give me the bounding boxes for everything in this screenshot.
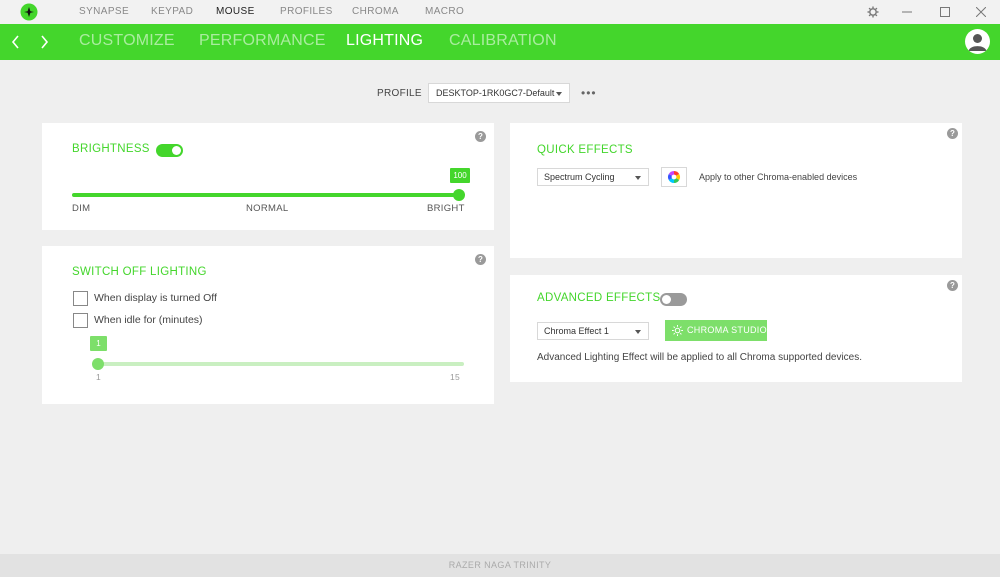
help-icon[interactable]: ? xyxy=(475,254,486,265)
tab-customize[interactable]: CUSTOMIZE xyxy=(79,32,175,50)
toggle-knob xyxy=(172,146,181,155)
display-off-checkbox[interactable] xyxy=(73,291,88,306)
settings-button[interactable] xyxy=(856,0,890,24)
quick-effects-title: QUICK EFFECTS xyxy=(537,144,633,156)
brightness-dim-label: DIM xyxy=(72,203,91,214)
profile-more-button[interactable]: ••• xyxy=(581,86,597,100)
idle-label: When idle for (minutes) xyxy=(94,314,203,326)
idle-checkbox[interactable] xyxy=(73,313,88,328)
advanced-effect-value: Chroma Effect 1 xyxy=(544,326,609,336)
advanced-effects-info: Advanced Lighting Effect will be applied… xyxy=(537,352,863,363)
forward-arrow-icon[interactable] xyxy=(36,33,52,51)
close-button[interactable] xyxy=(964,0,998,24)
maximize-icon xyxy=(940,7,950,17)
quick-effects-card: ? QUICK EFFECTS Spectrum Cycling Apply t… xyxy=(510,123,962,258)
sun-icon xyxy=(672,325,683,336)
minimize-button[interactable] xyxy=(890,0,924,24)
close-icon xyxy=(976,7,986,17)
chevron-down-icon xyxy=(556,92,562,96)
switch-off-title: SWITCH OFF LIGHTING xyxy=(72,266,207,278)
advanced-effects-card: ? ADVANCED EFFECTS Chroma Effect 1 CHROM… xyxy=(510,275,962,382)
top-nav-mouse[interactable]: MOUSE xyxy=(216,6,255,17)
brightness-toggle[interactable] xyxy=(156,144,183,157)
brightness-card: ? BRIGHTNESS 100 DIM NORMAL BRIGHT xyxy=(42,123,494,230)
apply-other-devices-label[interactable]: Apply to other Chroma-enabled devices xyxy=(699,172,857,182)
color-wheel-icon xyxy=(667,171,681,183)
idle-slider-track[interactable] xyxy=(98,362,464,366)
display-off-label: When display is turned Off xyxy=(94,292,217,304)
user-icon xyxy=(968,34,987,51)
help-icon[interactable]: ? xyxy=(947,128,958,139)
top-nav-keypad[interactable]: KEYPAD xyxy=(151,6,193,17)
device-footer: RAZER NAGA TRINITY xyxy=(0,554,1000,577)
top-nav-chroma[interactable]: CHROMA xyxy=(352,6,399,17)
brightness-slider-thumb[interactable] xyxy=(453,189,465,201)
idle-min-label: 1 xyxy=(96,372,102,382)
gear-icon xyxy=(867,6,879,18)
idle-slider-thumb[interactable] xyxy=(92,358,104,370)
idle-value-badge: 1 xyxy=(90,336,107,351)
profile-value: DESKTOP-1RK0GC7-Default xyxy=(436,88,555,98)
minimize-icon xyxy=(902,11,912,13)
switch-off-lighting-card: ? SWITCH OFF LIGHTING When display is tu… xyxy=(42,246,494,404)
chevron-down-icon xyxy=(635,176,641,180)
top-nav-macro[interactable]: MACRO xyxy=(425,6,464,17)
brightness-slider-track[interactable] xyxy=(72,193,460,197)
toggle-knob xyxy=(662,295,671,304)
advanced-effects-toggle[interactable] xyxy=(660,293,687,306)
top-nav-profiles[interactable]: PROFILES xyxy=(280,6,333,17)
chroma-studio-label: CHROMA STUDIO xyxy=(687,325,767,335)
maximize-button[interactable] xyxy=(928,0,962,24)
quick-effect-dropdown[interactable]: Spectrum Cycling xyxy=(537,168,649,186)
brightness-normal-label: NORMAL xyxy=(246,203,289,214)
chroma-studio-button[interactable]: CHROMA STUDIO xyxy=(665,320,767,341)
brightness-title: BRIGHTNESS xyxy=(72,143,150,155)
brightness-value-badge: 100 xyxy=(450,168,470,183)
razer-logo-icon[interactable] xyxy=(20,3,38,21)
tab-performance[interactable]: PERFORMANCE xyxy=(199,32,326,50)
sub-nav-bar: CUSTOMIZE PERFORMANCE LIGHTING CALIBRATI… xyxy=(0,24,1000,60)
help-icon[interactable]: ? xyxy=(475,131,486,142)
back-arrow-icon[interactable] xyxy=(8,33,24,51)
chevron-down-icon xyxy=(635,330,641,334)
user-avatar[interactable] xyxy=(965,29,990,54)
profile-dropdown[interactable]: DESKTOP-1RK0GC7-Default xyxy=(428,83,570,103)
top-nav-synapse[interactable]: SYNAPSE xyxy=(79,6,129,17)
tab-calibration[interactable]: CALIBRATION xyxy=(449,32,557,50)
tab-lighting[interactable]: LIGHTING xyxy=(346,32,423,50)
advanced-effects-title: ADVANCED EFFECTS xyxy=(537,292,661,304)
brightness-bright-label: BRIGHT xyxy=(427,203,465,214)
help-icon[interactable]: ? xyxy=(947,280,958,291)
profile-label: PROFILE xyxy=(377,88,422,99)
advanced-effect-dropdown[interactable]: Chroma Effect 1 xyxy=(537,322,649,340)
title-bar: SYNAPSE KEYPAD MOUSE PROFILES CHROMA MAC… xyxy=(0,0,1000,24)
quick-effect-value: Spectrum Cycling xyxy=(544,172,615,182)
color-wheel-button[interactable] xyxy=(661,167,687,187)
idle-max-label: 15 xyxy=(450,372,461,382)
